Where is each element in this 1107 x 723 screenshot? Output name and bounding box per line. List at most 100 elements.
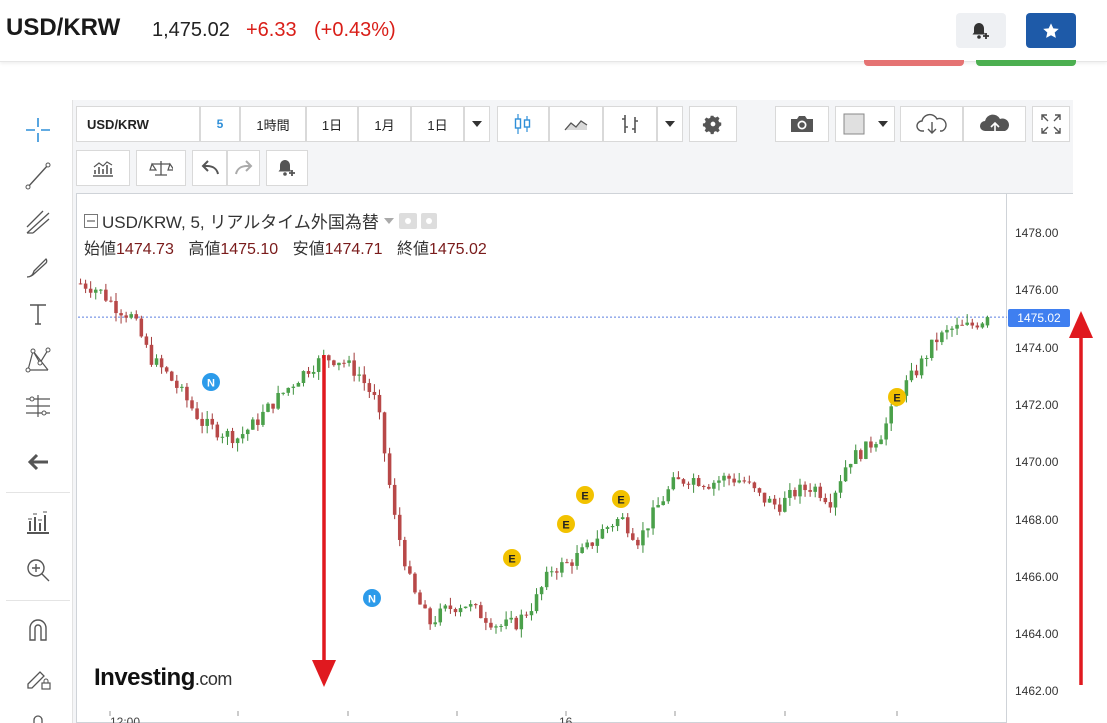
crosshair-tool[interactable] <box>18 112 58 148</box>
caret-down-icon[interactable] <box>383 217 395 225</box>
symbol-search-input[interactable]: USD/KRW <box>76 106 200 142</box>
open-label: 始値 <box>84 241 117 258</box>
y-tick-label: 1462.00 <box>1015 684 1059 698</box>
undo-button[interactable] <box>192 150 227 186</box>
high-value: 1475.10 <box>220 241 279 258</box>
legend-ohlc-values: 始値1474.73 高値1475.10 安値1474.71 終値1475.02 <box>84 235 487 259</box>
add-alert-button[interactable] <box>956 13 1006 48</box>
hide-toolbar-button[interactable] <box>18 444 58 480</box>
prediction-tool[interactable] <box>18 388 58 424</box>
lock-all-tool[interactable] <box>18 704 58 723</box>
lock-icon <box>33 715 43 723</box>
logo-main: Investing <box>94 664 195 691</box>
gear-icon[interactable] <box>420 212 437 229</box>
camera-icon <box>791 116 813 132</box>
open-value: 1474.73 <box>116 241 174 258</box>
text-tool[interactable] <box>18 296 58 332</box>
brush-tool[interactable] <box>18 250 58 286</box>
interval-5min[interactable]: 5 <box>200 106 240 142</box>
bars-style-button[interactable] <box>603 106 657 142</box>
logo-suffix: .com <box>194 669 233 689</box>
text-icon <box>30 304 46 325</box>
toolbar-divider <box>6 492 70 493</box>
symbol-title: USD/KRW <box>6 14 121 41</box>
y-tick-label: 1478.00 <box>1015 226 1059 240</box>
bell-plus-icon <box>278 160 295 176</box>
redo-icon <box>234 160 252 175</box>
star-icon <box>1043 22 1059 38</box>
price-plot-area[interactable] <box>76 193 1007 723</box>
magnet-tool[interactable] <box>18 612 58 648</box>
y-tick-label: 1474.00 <box>1015 341 1059 355</box>
pitchfork-icon <box>26 210 50 234</box>
caret-down-icon <box>472 121 482 127</box>
buy-button-edge[interactable] <box>976 60 1076 66</box>
cloud-download-icon <box>915 113 947 134</box>
fullscreen-icon <box>1041 114 1061 134</box>
current-price-tag: 1475.02 <box>1008 309 1070 327</box>
scale-icon <box>149 161 173 176</box>
bell-plus-icon <box>972 22 989 39</box>
sell-button-edge[interactable] <box>864 60 964 66</box>
brush-icon <box>26 258 48 278</box>
cloud-upload-icon <box>979 114 1009 133</box>
area-chart-icon <box>564 120 588 131</box>
lock-drawing-tool[interactable] <box>18 660 58 696</box>
fullscreen-button[interactable] <box>1032 106 1070 142</box>
indicators-tool[interactable] <box>18 504 58 540</box>
quote-header: USD/KRW 1,475.02 +6.33 (+0.43%) <box>0 0 1107 62</box>
low-value: 1474.71 <box>324 241 383 258</box>
indicators-icon <box>93 161 113 177</box>
close-value: 1475.02 <box>428 241 487 258</box>
watchlist-star-button[interactable] <box>1026 13 1076 48</box>
caret-down-icon <box>877 121 888 127</box>
range-1month[interactable]: 1月 <box>358 106 411 142</box>
pencil-lock-icon <box>27 671 51 690</box>
range-1hour[interactable]: 1時間 <box>240 106 306 142</box>
indicators-button[interactable] <box>76 150 130 186</box>
collapse-icon <box>84 213 98 228</box>
x-tick-label: 12:00 <box>110 715 141 723</box>
legend-series-name: USD/KRW, 5, リアルタイム外国為替 <box>102 213 379 232</box>
crosshair-icon <box>26 118 50 142</box>
interval-dropdown[interactable] <box>464 106 490 142</box>
save-layout-button[interactable] <box>963 106 1026 142</box>
trend-line-tool[interactable] <box>18 158 58 194</box>
investing-logo: Investing.com <box>94 664 232 692</box>
toolbar-divider <box>6 600 70 601</box>
candlestick-icon <box>514 114 531 134</box>
zoom-in-icon <box>27 559 50 582</box>
area-style-button[interactable] <box>549 106 603 142</box>
chart-legend-title: USD/KRW, 5, リアルタイム外国為替 <box>84 208 437 233</box>
close-label: 終値 <box>396 241 429 258</box>
price-axis[interactable]: 1478.00 1476.00 1474.00 1472.00 1470.00 … <box>1007 193 1073 723</box>
zoom-in-tool[interactable] <box>18 552 58 588</box>
gear-icon <box>702 115 722 135</box>
measure-icon <box>26 395 50 417</box>
range-1day-alt[interactable]: 1日 <box>411 106 464 142</box>
price-change-percent: (+0.43%) <box>314 19 396 41</box>
pitchfork-tool[interactable] <box>18 204 58 240</box>
settings-button[interactable] <box>689 106 737 142</box>
redo-button[interactable] <box>227 150 260 186</box>
chart-style-dropdown[interactable] <box>657 106 683 142</box>
arrow-left-icon <box>27 453 48 471</box>
color-swatch-icon <box>843 113 864 135</box>
candles-style-button[interactable] <box>497 106 549 142</box>
eye-icon[interactable] <box>398 212 417 229</box>
high-label: 高値 <box>188 241 221 258</box>
color-picker-button[interactable] <box>835 106 895 142</box>
snapshot-button[interactable] <box>775 106 829 142</box>
pattern-tool[interactable] <box>18 342 58 378</box>
caret-down-icon <box>665 121 675 127</box>
y-tick-label: 1476.00 <box>1015 283 1059 297</box>
load-layout-button[interactable] <box>900 106 963 142</box>
drawing-toolbar <box>6 100 70 723</box>
y-tick-label: 1468.00 <box>1015 513 1059 527</box>
y-tick-label: 1464.00 <box>1015 627 1059 641</box>
x-tick-label: 16 <box>559 715 573 723</box>
y-tick-label: 1472.00 <box>1015 398 1059 412</box>
compare-button[interactable] <box>136 150 186 186</box>
chart-alert-button[interactable] <box>266 150 308 186</box>
range-1day[interactable]: 1日 <box>306 106 358 142</box>
